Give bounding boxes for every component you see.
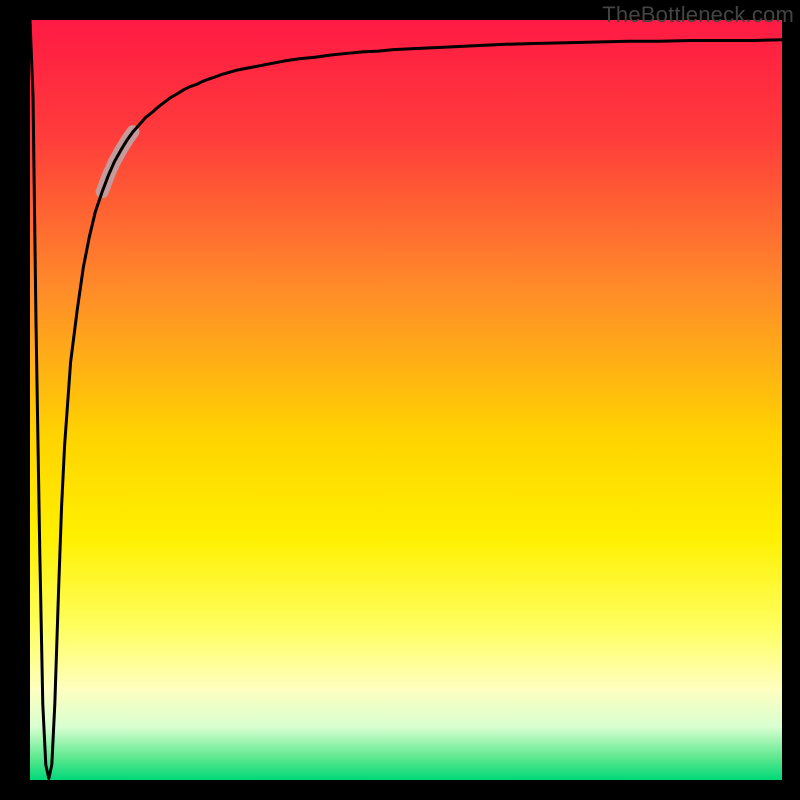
plot-background	[30, 20, 782, 780]
bottleneck-chart	[0, 0, 800, 800]
attribution-text: TheBottleneck.com	[602, 2, 794, 28]
chart-stage: TheBottleneck.com	[0, 0, 800, 800]
